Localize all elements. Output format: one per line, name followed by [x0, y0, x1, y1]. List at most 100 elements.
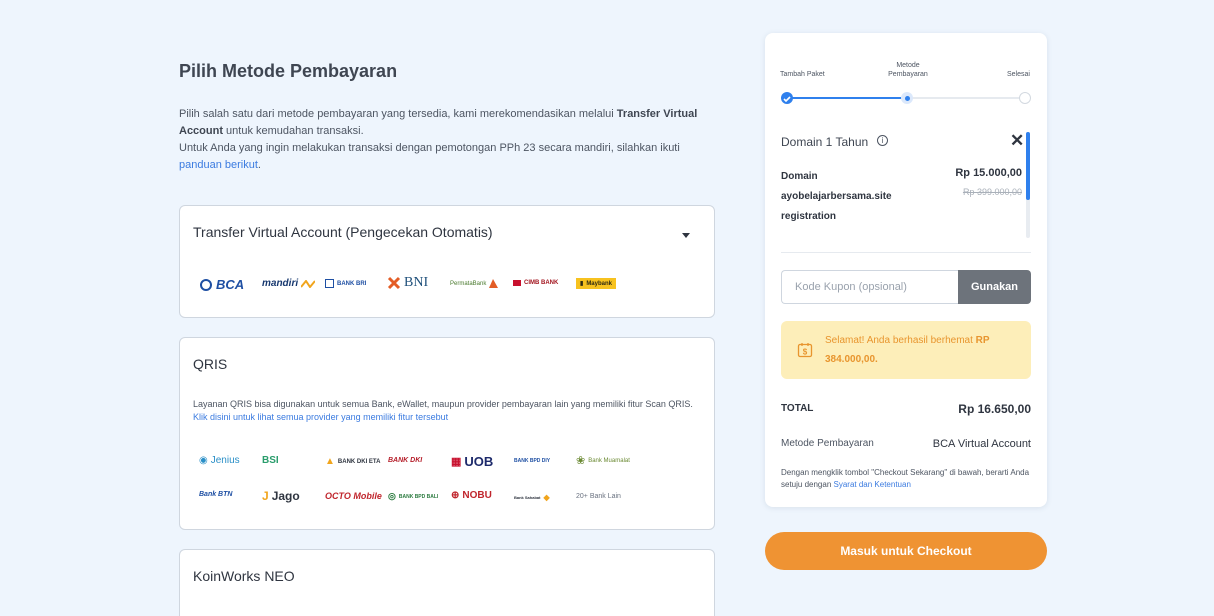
jago-label: Jago — [271, 489, 300, 503]
more-banks-text: 20+ Bank Lain — [576, 493, 621, 500]
sahabat-label: Bank Sahabat — [514, 495, 541, 500]
item-price-old: Rp 399.000,00 — [962, 187, 1022, 197]
jago-logo[interactable]: J Jago — [262, 489, 300, 503]
bni-label: BNI — [404, 275, 429, 290]
bank-eta-logo[interactable]: ▲ BANK DKI ETA — [325, 456, 380, 467]
bri-logo[interactable]: BANK BRI — [325, 279, 366, 288]
bank-dki-logo[interactable]: BANK DKI — [388, 457, 422, 464]
step-label-2: Metode Pembayaran — [888, 62, 928, 78]
muamalat-logo[interactable]: ❀ Bank Muamalat — [576, 454, 630, 467]
cimb-label: CIMB BANK — [524, 280, 559, 286]
permata-logo[interactable]: PermataBank — [450, 279, 499, 288]
uob-icon: ▦ — [451, 456, 462, 468]
bni-icon — [387, 276, 401, 290]
virtual-account-title: Transfer Virtual Account (Pengecekan Oto… — [193, 224, 493, 240]
nobu-icon: ⊕ — [451, 490, 460, 501]
virtual-account-card[interactable]: Transfer Virtual Account (Pengecekan Oto… — [179, 205, 715, 318]
more-banks-label[interactable]: 20+ Bank Lain — [576, 493, 621, 500]
permata-label: PermataBank — [450, 280, 487, 287]
total-label: TOTAL — [781, 403, 814, 414]
cimb-logo[interactable]: CIMB BANK — [513, 280, 558, 286]
bpd-bali-label: BANK BPD BALI — [398, 493, 439, 500]
pph23-guide-link[interactable]: panduan berikut — [179, 159, 258, 171]
intro-text-2a: Untuk Anda yang ingin melakukan transaks… — [179, 142, 680, 154]
bca-logo[interactable]: BCA — [199, 277, 244, 292]
terms-text: Dengan mengklik tombol "Checkout Sekaran… — [781, 467, 1031, 491]
qris-card[interactable]: QRIS Layanan QRIS bisa digunakan untuk s… — [179, 337, 715, 530]
divider — [781, 252, 1031, 253]
info-icon[interactable]: i — [877, 135, 888, 146]
bsi-logo[interactable]: BSI — [262, 455, 279, 466]
step-label-3: Selesai — [1007, 71, 1030, 78]
muamalat-label: Bank Muamalat — [588, 457, 630, 464]
qris-title: QRIS — [193, 356, 228, 372]
bank-sahabat-logo[interactable]: Bank Sahabat ◆ — [514, 493, 550, 502]
maybank-icon: ▮ — [580, 281, 584, 287]
coupon-input[interactable] — [781, 270, 959, 304]
jenius-logo[interactable]: ◉ Jenius — [199, 455, 240, 466]
savings-banner: $ Selamat! Anda berhasil berhemat RP 384… — [781, 321, 1031, 379]
chevron-down-icon[interactable] — [682, 233, 690, 238]
page-title: Pilih Metode Pembayaran — [179, 61, 398, 81]
jago-icon: J — [262, 489, 269, 503]
qris-desc-text: Layanan QRIS bisa digunakan untuk semua … — [193, 399, 693, 409]
payment-method-label: Metode Pembayaran — [781, 438, 874, 449]
product-name: Domain 1 Tahun — [781, 135, 869, 149]
bca-label: BCA — [216, 277, 245, 292]
check-icon — [783, 96, 791, 103]
savings-text: Selamat! Anda berhasil berhemat RP 384.0… — [825, 331, 1020, 369]
item-label: Domain ayobelajarbersama.site registrati… — [781, 171, 892, 222]
remove-item-button[interactable]: ✕ — [1010, 131, 1024, 151]
step-3-pending — [1019, 92, 1031, 104]
eta-label: BANK DKI ETA — [337, 458, 381, 465]
octo-label: OCTO Mobile — [325, 491, 382, 501]
terms-link[interactable]: Syarat dan Ketentuan — [834, 480, 911, 489]
savings-message: Selamat! Anda berhasil berhemat — [825, 335, 976, 346]
sahabat-icon: ◆ — [543, 493, 550, 502]
muamalat-icon: ❀ — [576, 455, 586, 467]
permata-icon — [489, 279, 499, 288]
step-label-1: Tambah Paket — [780, 71, 825, 78]
nobu-label: NOBU — [462, 490, 492, 501]
svg-text:$: $ — [803, 348, 808, 357]
checkout-button[interactable]: Masuk untuk Checkout — [765, 532, 1047, 570]
mandiri-icon — [301, 279, 316, 288]
item-scrollbar-thumb[interactable] — [1026, 132, 1030, 200]
bpd-diy-label: BANK BPD DIY — [514, 458, 551, 464]
intro-text-1b: untuk kemudahan transaksi. — [223, 125, 364, 137]
order-summary-panel: Tambah Paket Metode Pembayaran Selesai D… — [765, 33, 1047, 507]
btn-label: Bank BTN — [199, 491, 233, 498]
intro-text-1a: Pilih salah satu dari metode pembayaran … — [179, 108, 617, 120]
total-value: Rp 16.650,00 — [958, 402, 1031, 416]
apply-coupon-button[interactable]: Gunakan — [958, 270, 1031, 304]
qris-description: Layanan QRIS bisa digunakan untuk semua … — [193, 398, 693, 424]
mandiri-logo[interactable]: mandiri — [262, 278, 316, 289]
bpd-bali-logo[interactable]: ◎ BANK BPD BALI — [388, 491, 438, 502]
jenius-label: Jenius — [210, 455, 240, 466]
cimb-icon — [513, 280, 521, 286]
uob-logo[interactable]: ▦ UOB — [451, 454, 493, 469]
koinworks-card[interactable]: KoinWorks NEO — [179, 549, 715, 616]
uob-label: UOB — [464, 454, 494, 469]
bni-logo[interactable]: BNI — [387, 275, 428, 291]
maybank-logo[interactable]: ▮ Maybank — [576, 278, 616, 289]
item-price: Rp 15.000,00 — [955, 167, 1022, 179]
octo-logo[interactable]: OCTO Mobile — [325, 491, 382, 501]
koinworks-title: KoinWorks NEO — [193, 568, 295, 584]
qris-providers-link[interactable]: Klik disini untuk lihat semua provider y… — [193, 412, 448, 422]
intro-text: Pilih salah satu dari metode pembayaran … — [179, 106, 716, 174]
btn-logo[interactable]: Bank BTN — [199, 491, 232, 498]
coupon-icon: $ — [797, 343, 813, 358]
intro-text-2b: . — [257, 159, 261, 171]
bca-icon — [200, 278, 212, 291]
step-1-complete — [781, 92, 793, 104]
step-2-current — [901, 92, 913, 104]
mandiri-label: mandiri — [262, 278, 299, 289]
nobu-logo[interactable]: ⊕ NOBU — [451, 490, 492, 501]
maybank-label: Maybank — [586, 280, 612, 287]
jenius-icon: ◉ — [199, 455, 208, 466]
progress-fill — [787, 97, 907, 99]
bpd-diy-logo[interactable]: BANK BPD DIY — [514, 458, 550, 464]
bpd-bali-icon: ◎ — [388, 491, 396, 501]
dki-label: BANK DKI — [388, 457, 423, 464]
